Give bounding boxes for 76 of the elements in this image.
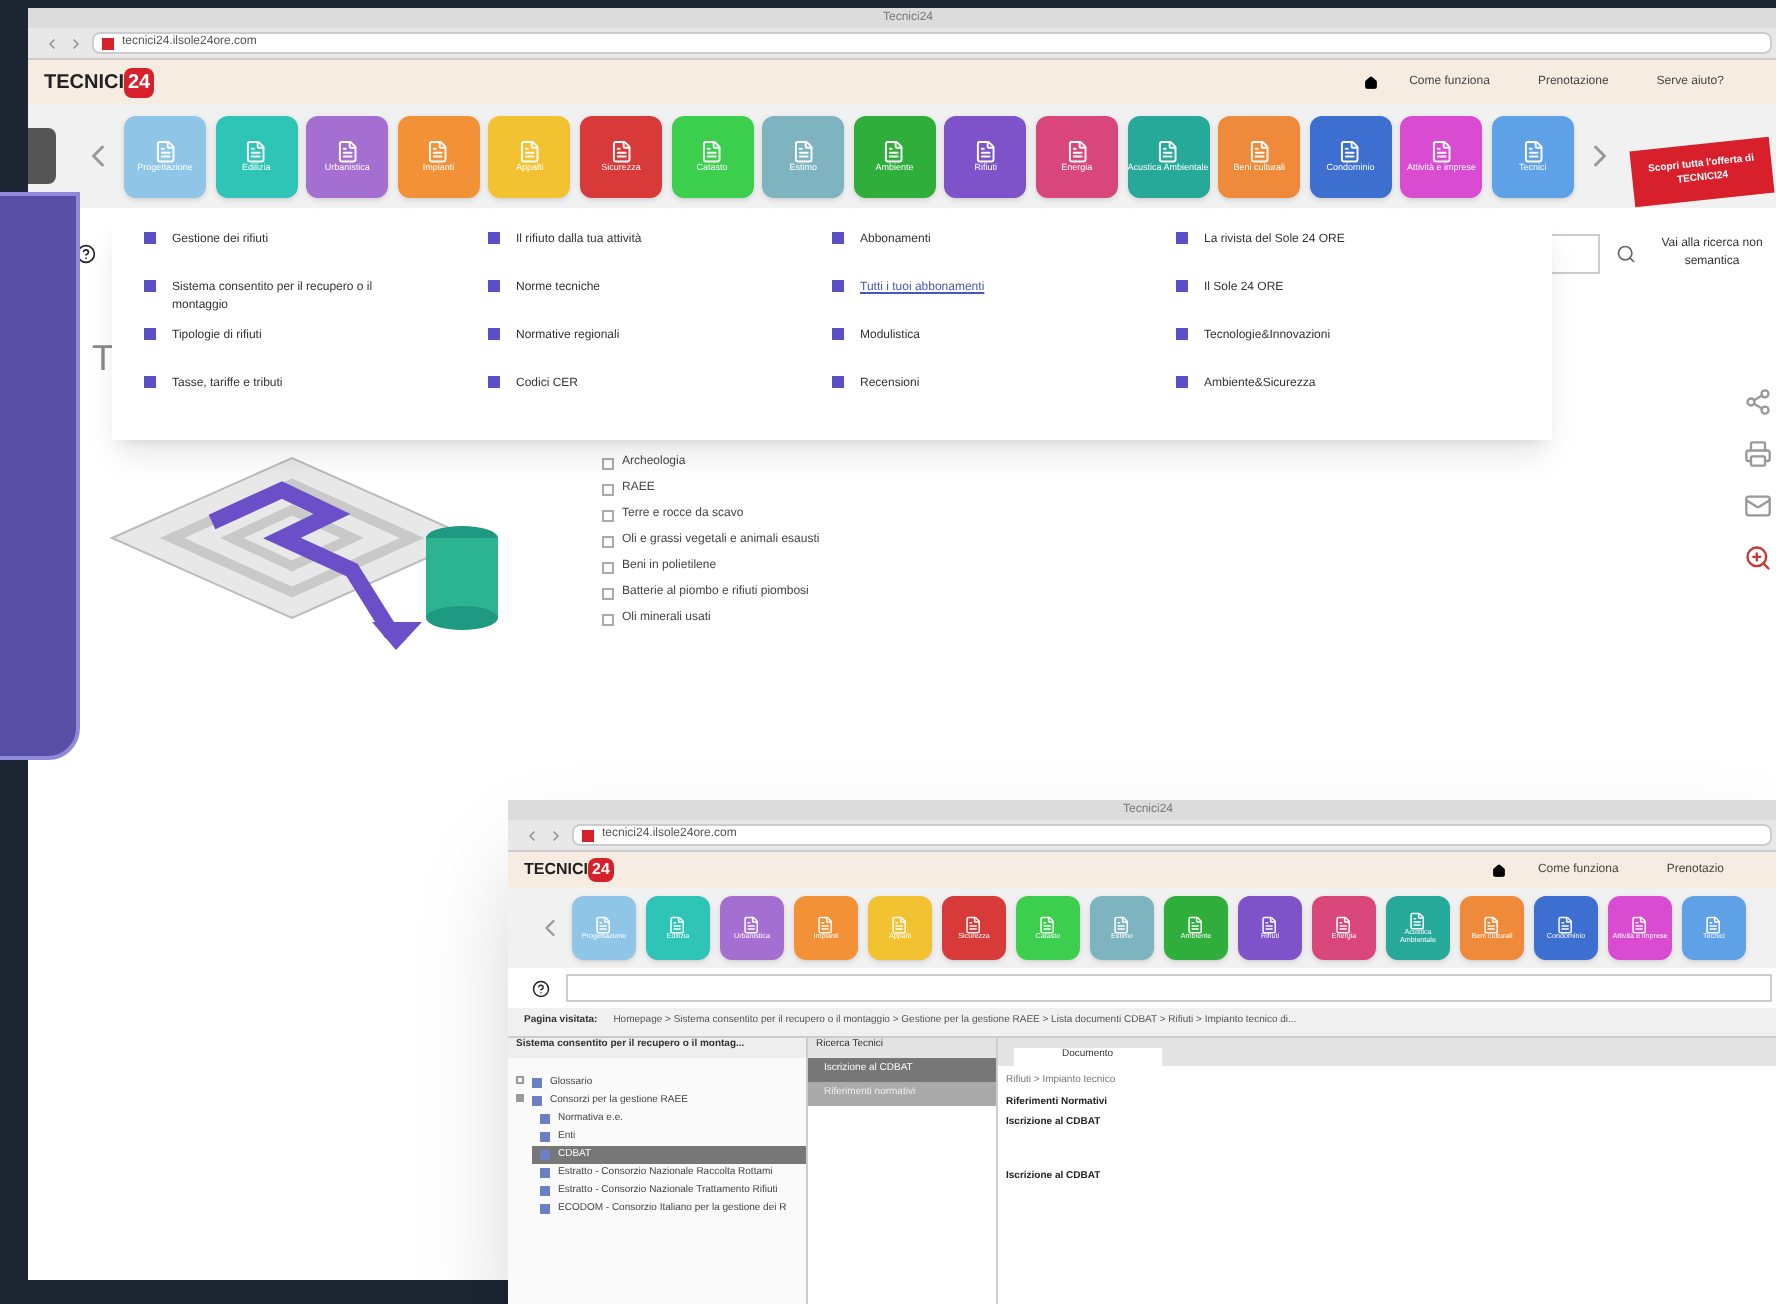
- logo-badge: 24: [588, 858, 614, 882]
- document-icon: [791, 139, 815, 164]
- document-icon: [244, 139, 268, 164]
- document-icon: [1408, 911, 1428, 930]
- print-icon[interactable]: [1744, 440, 1772, 468]
- square-bullet-icon: [832, 280, 844, 292]
- document-icon: [1260, 915, 1280, 934]
- help-icon[interactable]: [532, 979, 550, 997]
- page-title: T: [92, 336, 114, 382]
- checkbox[interactable]: [602, 587, 614, 599]
- document-icon: [1704, 915, 1724, 934]
- back-icon[interactable]: [524, 827, 540, 843]
- search-icon[interactable]: [1616, 244, 1636, 264]
- square-bullet-icon: [1176, 376, 1188, 388]
- document-icon: [1338, 139, 1363, 164]
- checkbox[interactable]: [602, 613, 614, 625]
- document-icon: [700, 139, 724, 164]
- document-icon: [1521, 139, 1545, 164]
- document-icon: [882, 139, 907, 164]
- favicon-icon: [102, 37, 114, 49]
- favicon-icon: [582, 829, 594, 841]
- document-icon: [973, 139, 998, 164]
- square-bullet-icon: [488, 232, 500, 244]
- square-bullet-icon: [144, 376, 156, 388]
- share-icon[interactable]: [1744, 388, 1772, 416]
- square-bullet-icon: [144, 280, 156, 292]
- document-icon: [1112, 915, 1132, 934]
- square-bullet-icon: [1176, 280, 1188, 292]
- checkbox[interactable]: [602, 483, 614, 495]
- back-icon[interactable]: [44, 35, 60, 51]
- document-icon: [1038, 915, 1058, 934]
- document-icon: [1247, 139, 1271, 164]
- help-icon[interactable]: [76, 244, 96, 264]
- square-bullet-icon: [832, 376, 844, 388]
- square-bullet-icon: [144, 328, 156, 340]
- square-bullet-icon: [832, 232, 844, 244]
- square-bullet-icon: [488, 376, 500, 388]
- document-icon: [1156, 139, 1180, 164]
- document-icon: [1556, 915, 1576, 934]
- logo-badge: 24: [124, 67, 155, 97]
- mail-icon[interactable]: [1744, 492, 1772, 520]
- home-icon[interactable]: [1491, 863, 1506, 877]
- square-bullet-icon: [1176, 232, 1188, 244]
- zoom-icon[interactable]: [1744, 544, 1772, 572]
- document-icon: [890, 915, 910, 934]
- square-bullet-icon: [1176, 328, 1188, 340]
- document-icon: [816, 915, 836, 934]
- home-icon[interactable]: [1363, 75, 1378, 89]
- logo-text: TECNICI: [524, 858, 588, 882]
- document-icon: [964, 915, 984, 934]
- square-bullet-icon: [832, 328, 844, 340]
- document-icon: [426, 139, 451, 164]
- document-icon: [1065, 139, 1089, 164]
- checkbox[interactable]: [602, 509, 614, 521]
- square-bullet-icon: [488, 328, 500, 340]
- document-icon: [1482, 915, 1502, 934]
- document-icon: [1186, 915, 1206, 934]
- document-icon: [335, 139, 360, 164]
- checkbox[interactable]: [602, 457, 614, 469]
- logo-text: TECNICI: [44, 69, 124, 97]
- document-icon: [1429, 139, 1454, 164]
- square-bullet-icon: [144, 232, 156, 244]
- document-icon: [518, 139, 542, 164]
- side-tab[interactable]: [28, 128, 56, 184]
- search-field[interactable]: [566, 974, 1772, 1002]
- forward-icon[interactable]: [68, 35, 84, 51]
- document-icon: [1630, 915, 1650, 934]
- document-icon: [594, 915, 614, 934]
- forward-icon[interactable]: [548, 827, 564, 843]
- document-icon: [153, 139, 177, 164]
- document-icon: [668, 915, 688, 934]
- checkbox[interactable]: [602, 561, 614, 573]
- document-icon: [1334, 915, 1354, 934]
- square-bullet-icon: [488, 280, 500, 292]
- document-icon: [609, 139, 633, 164]
- checkbox[interactable]: [602, 535, 614, 547]
